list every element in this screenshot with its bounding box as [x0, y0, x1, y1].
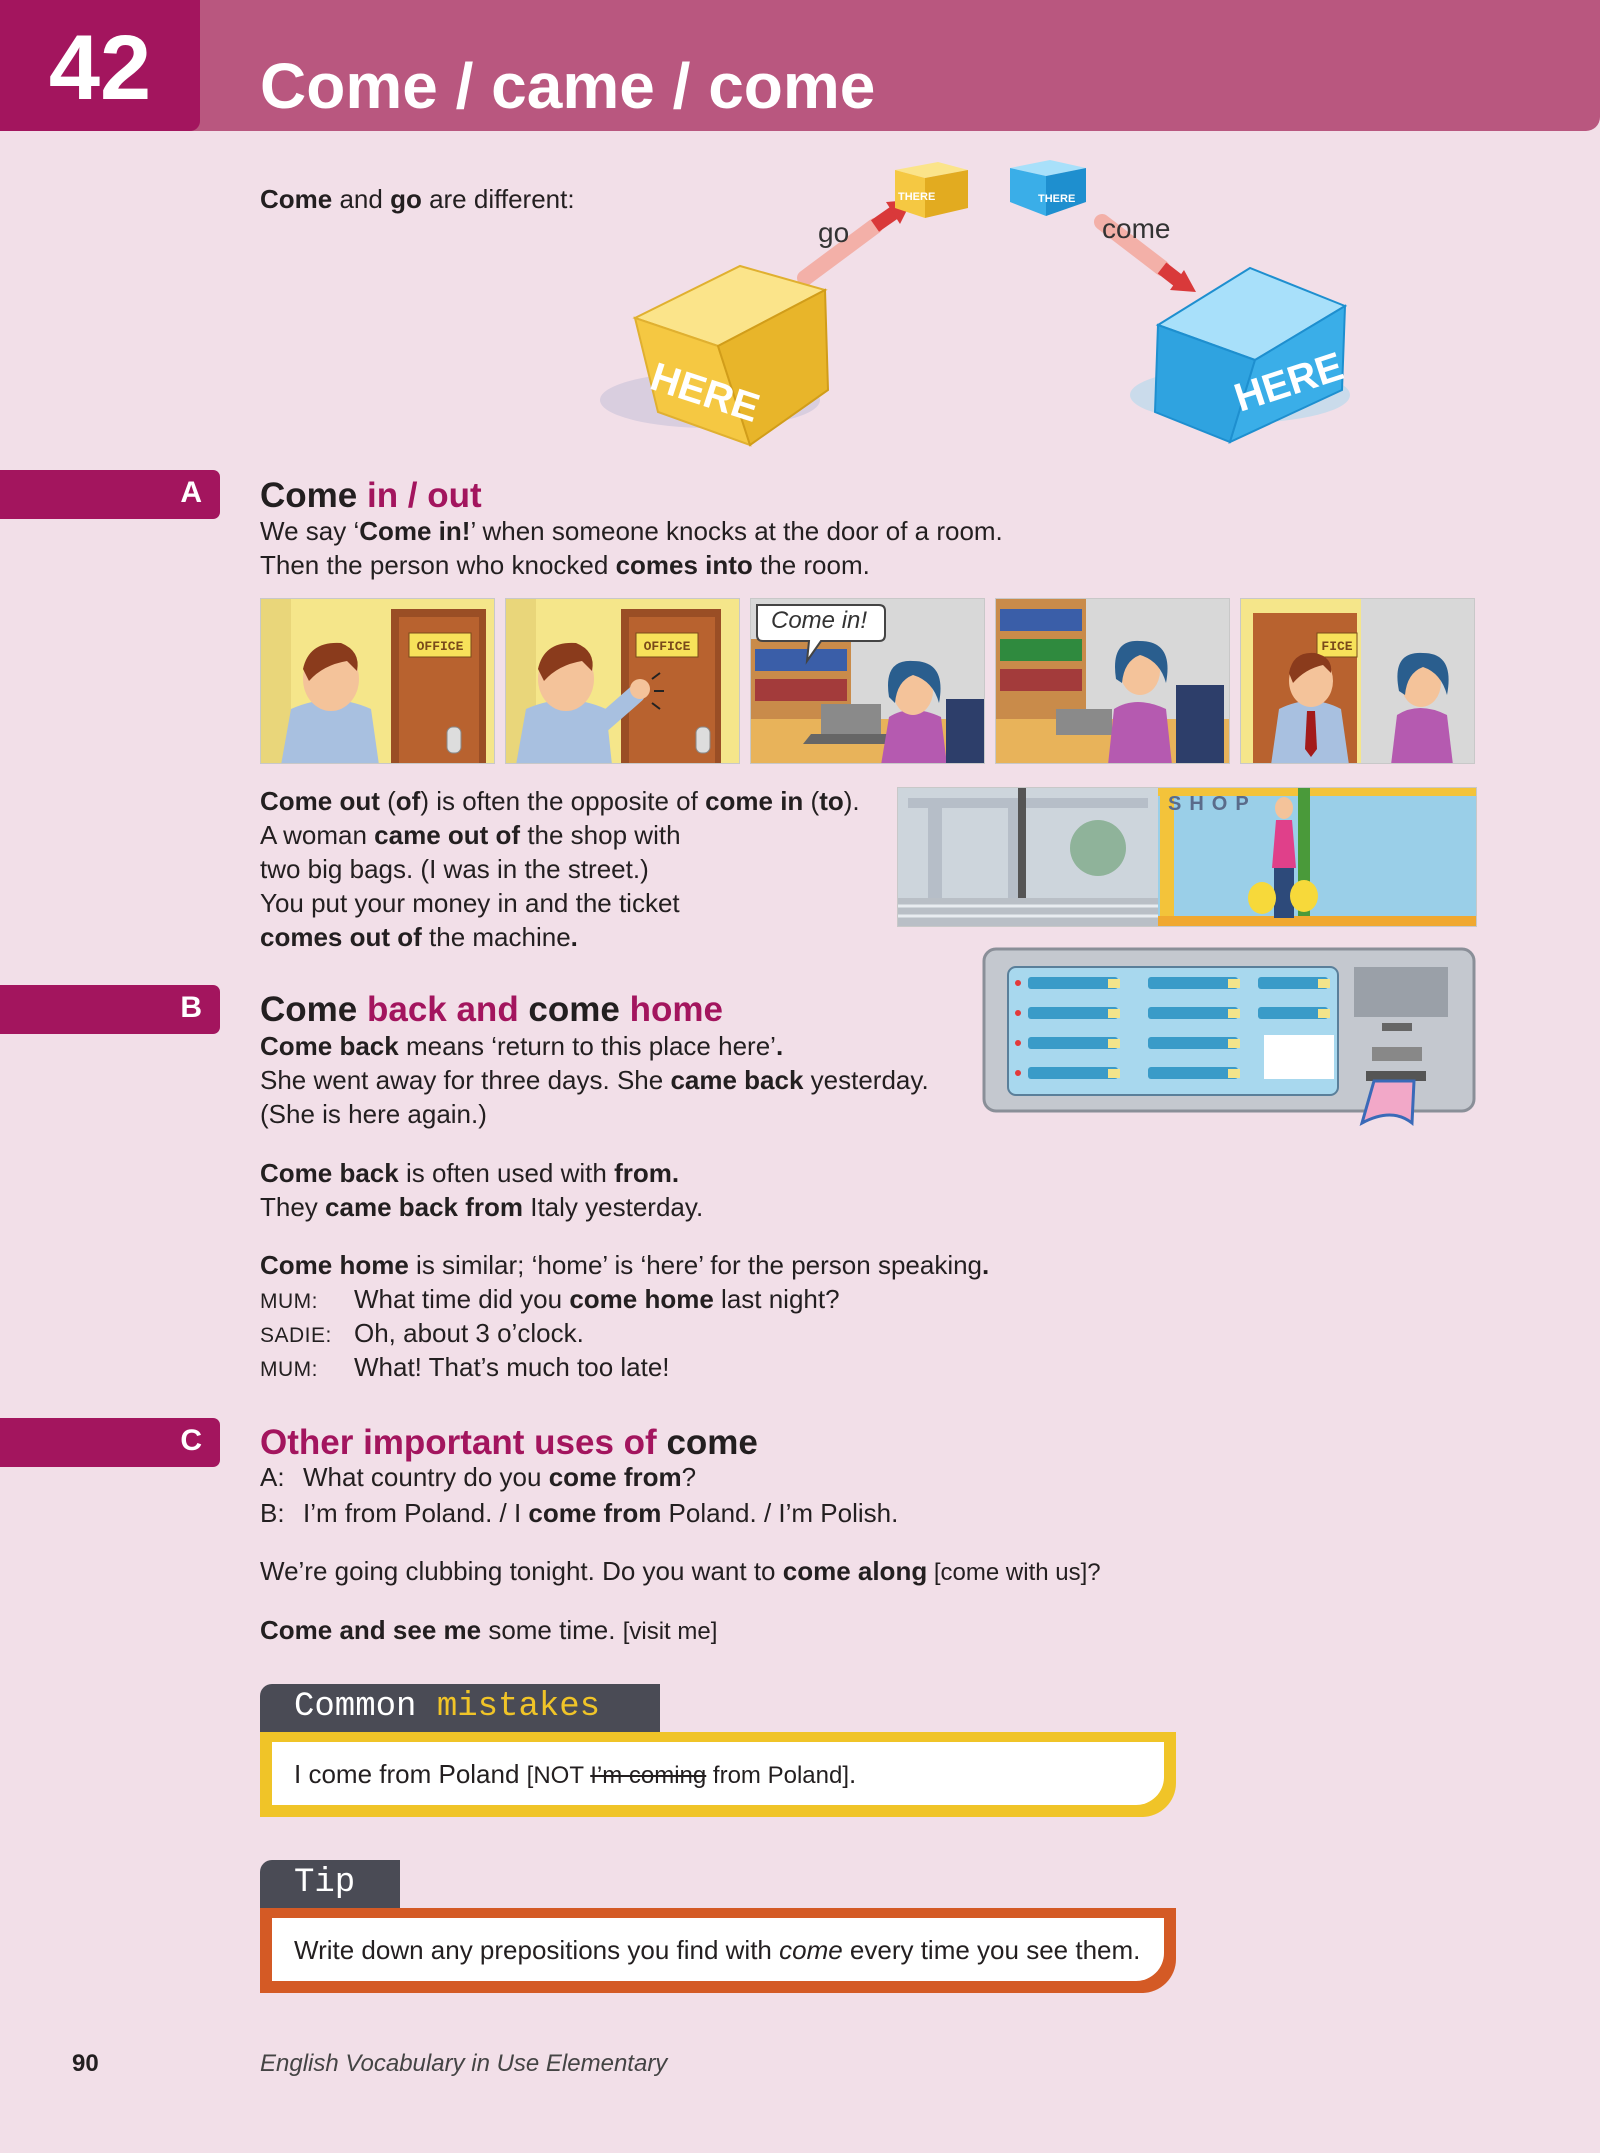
come-label: come: [1102, 213, 1170, 244]
come-out-line-2: A woman came out of the shop with: [260, 820, 681, 850]
svg-text:SHOP: SHOP: [1168, 793, 1257, 815]
ticket-machine-illustration: [982, 947, 1476, 1127]
dialogue-line-2: SADIE: Oh, about 3 o’clock.: [260, 1318, 584, 1348]
common-mistakes-body: I come from Poland [NOT I’m coming from …: [272, 1742, 1164, 1805]
section-c-tab: C: [0, 1418, 220, 1467]
there-cube-yellow: THERE: [895, 162, 968, 218]
unit-title: Come / came / come: [260, 50, 876, 122]
section-b-line-2: She went away for three days. She came b…: [260, 1065, 929, 1095]
comic-panel-2: OFFICE: [505, 598, 740, 764]
common-mistakes-frame: I come from Poland [NOT I’m coming from …: [260, 1732, 1176, 1817]
tip-label: Tip: [260, 1860, 400, 1908]
section-a-line-2: Then the person who knocked comes into t…: [260, 550, 870, 580]
svg-text:THERE: THERE: [898, 191, 935, 203]
tip-body: Write down any prepositions you find wit…: [272, 1918, 1164, 1981]
section-b-line-6: Come home is similar; ‘home’ is ‘here’ f…: [260, 1250, 990, 1280]
comic-panel-3: Come in!: [750, 598, 985, 764]
here-there-diagram: go come THERE THERE HERE HERE: [600, 160, 1350, 447]
section-c-letter: C: [180, 1424, 202, 1457]
section-b-title: Come back and come home: [260, 990, 723, 1029]
come-out-line-4: You put your money in and the ticket: [260, 888, 680, 918]
section-a-line-1: We say ‘Come in!’ when someone knocks at…: [260, 516, 1003, 546]
come-in-speech-bubble: Come in!: [771, 607, 868, 634]
come-out-line-1: Come out (of) is often the opposite of c…: [260, 786, 860, 816]
svg-text:OFFICE: OFFICE: [417, 639, 464, 654]
page-number: 90: [72, 2050, 99, 2077]
qa-line-2: B: I’m from Poland. / I come from Poland.…: [260, 1498, 899, 1528]
come-out-line-3: two big bags. (I was in the street.): [260, 854, 649, 884]
section-a-tab: A: [0, 470, 220, 519]
section-b-line-4: Come back is often used with from.: [260, 1158, 680, 1188]
section-a-title: Come in / out: [260, 476, 482, 515]
section-b-tab: B: [0, 985, 220, 1034]
section-b-letter: B: [180, 991, 202, 1024]
svg-text:FICE: FICE: [1321, 639, 1352, 654]
qa-line-1: A: What country do you come from?: [260, 1462, 697, 1492]
section-b-line-1: Come back means ‘return to this place he…: [260, 1031, 784, 1061]
section-c-line-3: We’re going clubbing tonight. Do you wan…: [260, 1556, 1101, 1586]
svg-text:OFFICE: OFFICE: [644, 639, 691, 654]
dialogue-line-3: MUM: What! That’s much too late!: [260, 1352, 670, 1382]
shop-illustration: SHOP: [897, 787, 1477, 927]
here-cube-blue: HERE: [1153, 266, 1348, 444]
section-c-title: Other important uses of come: [260, 1423, 758, 1462]
tip-text: Write down any prepositions you find wit…: [294, 1935, 1141, 1965]
section-a-letter: A: [180, 476, 202, 509]
tip-frame: Write down any prepositions you find wit…: [260, 1908, 1176, 1993]
svg-text:THERE: THERE: [1038, 193, 1075, 205]
common-mistakes-text: I come from Poland [NOT I’m coming from …: [294, 1759, 857, 1789]
comic-panel-5: FICE: [1240, 598, 1475, 764]
section-b-line-5: They came back from Italy yesterday.: [260, 1192, 704, 1222]
unit-number: 42: [48, 17, 152, 119]
section-c-line-4: Come and see me some time. [visit me]: [260, 1615, 718, 1645]
go-label: go: [818, 217, 849, 248]
comic-panel-1: OFFICE: [260, 598, 495, 764]
dialogue-line-1: MUM: What time did you come home last nig…: [260, 1284, 840, 1314]
common-mistakes-label: Common mistakes: [260, 1684, 660, 1732]
book-title: English Vocabulary in Use Elementary: [260, 2050, 668, 2077]
come-out-line-5: comes out of the machine.: [260, 922, 578, 952]
there-cube-blue: THERE: [1010, 160, 1086, 216]
comic-panel-4: [995, 598, 1230, 764]
section-b-line-3: (She is here again.): [260, 1099, 487, 1129]
intro-text: Come and go are different:: [260, 184, 575, 214]
